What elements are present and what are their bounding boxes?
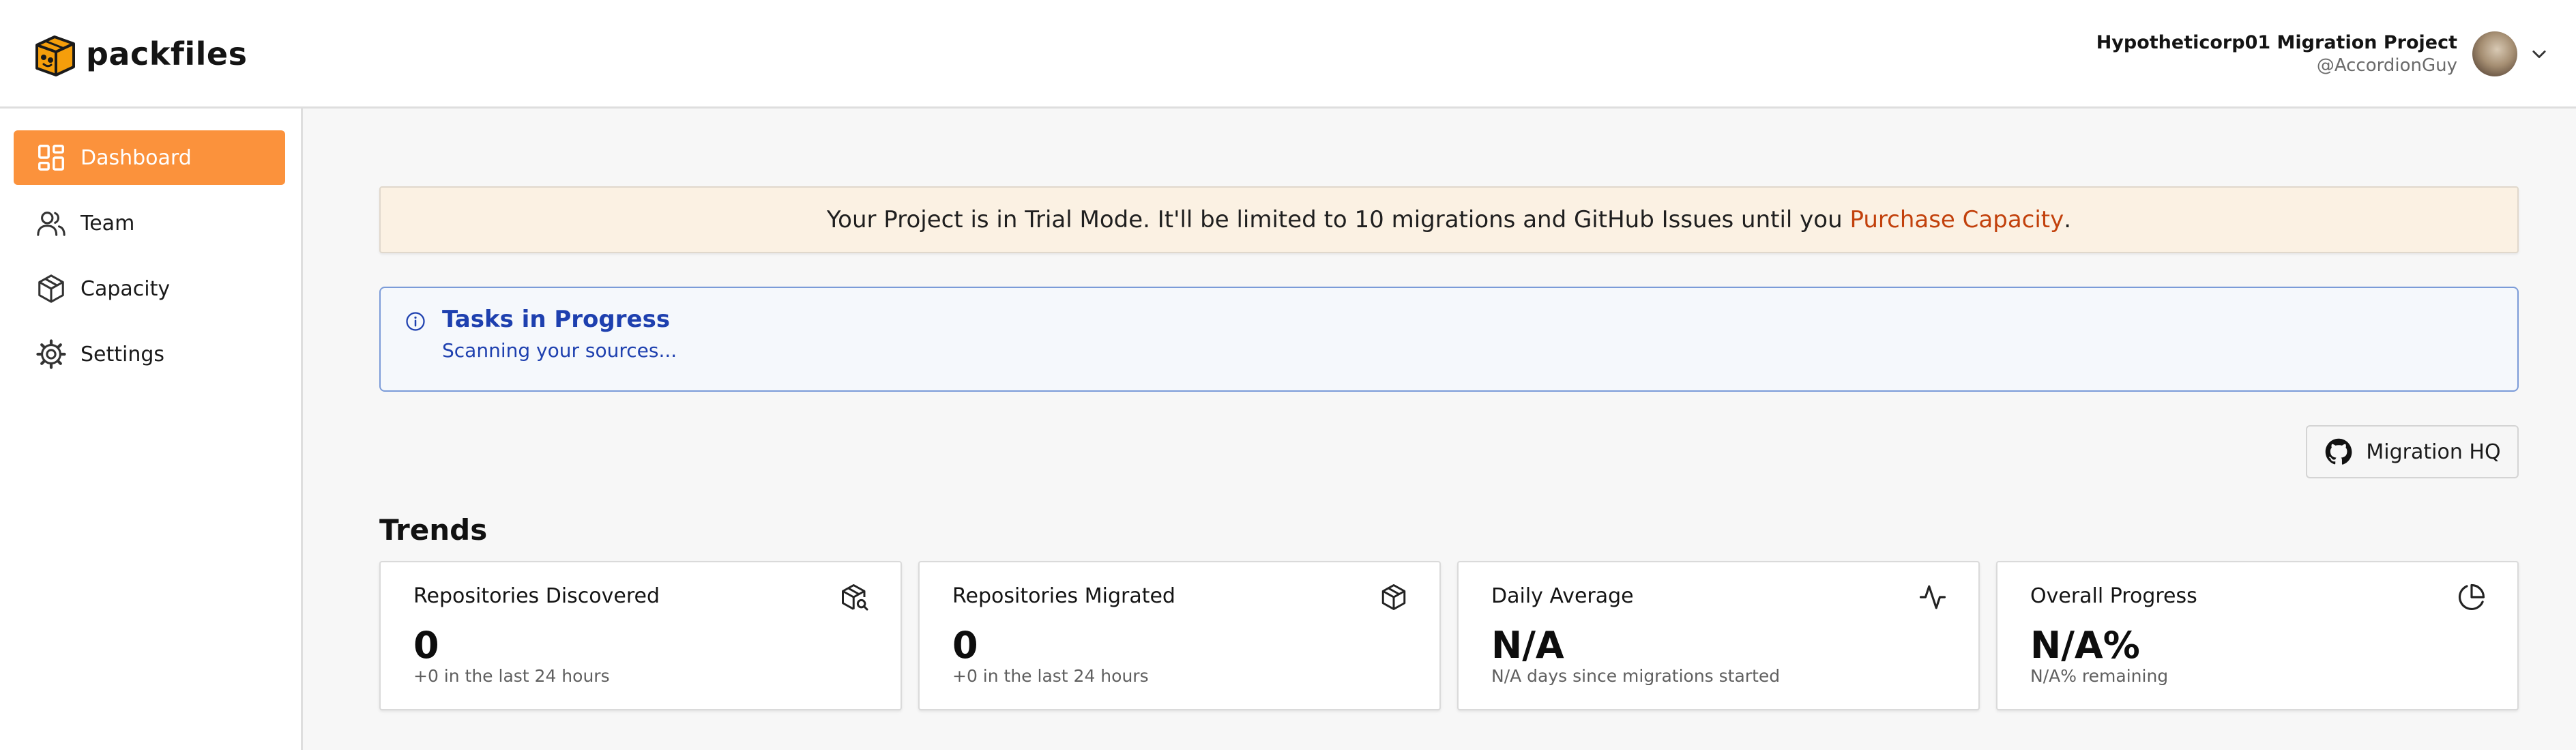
gear-icon xyxy=(36,339,66,369)
stat-card-repositories-discovered: Repositories Discovered 0 +0 in the last… xyxy=(379,561,902,710)
team-icon xyxy=(37,212,65,236)
github-icon xyxy=(2326,438,2352,465)
user-handle: @AccordionGuy xyxy=(2316,55,2457,76)
card-value: 0 xyxy=(413,624,439,667)
top-header: packfiles Hypotheticorp01 Migration Proj… xyxy=(0,0,2576,109)
trends-heading: Trends xyxy=(379,513,488,547)
card-title: Overall Progress xyxy=(2030,584,2197,608)
migration-hq-button[interactable]: Migration HQ xyxy=(2306,425,2519,478)
user-menu[interactable]: Hypotheticorp01 Migration Project @Accor… xyxy=(2096,29,2549,79)
purchase-capacity-link[interactable]: Purchase Capacity xyxy=(1849,206,2064,233)
info-icon xyxy=(406,312,425,331)
sidebar-item-label: Capacity xyxy=(80,276,171,301)
card-subtext: N/A% remaining xyxy=(2030,666,2169,686)
sidebar-item-settings[interactable]: Settings xyxy=(14,327,285,381)
stat-card-daily-average: Daily Average N/A N/A days since migrati… xyxy=(1457,561,1980,710)
migration-hq-label: Migration HQ xyxy=(2366,439,2501,464)
card-value: N/A xyxy=(1491,624,1564,667)
activity-icon xyxy=(1919,585,1946,609)
trial-mode-banner: Your Project is in Trial Mode. It'll be … xyxy=(379,186,2519,253)
card-title: Daily Average xyxy=(1491,584,1634,608)
card-title: Repositories Discovered xyxy=(413,584,660,608)
package-search-icon xyxy=(842,584,868,611)
trial-banner-text: Your Project is in Trial Mode. It'll be … xyxy=(826,206,1850,233)
avatar[interactable] xyxy=(2472,31,2517,76)
tasks-subtitle: Scanning your sources... xyxy=(442,339,677,362)
card-value: N/A% xyxy=(2030,624,2140,667)
chevron-down-icon[interactable] xyxy=(2530,44,2549,63)
card-subtext: N/A days since migrations started xyxy=(1491,666,1781,686)
dashboard-icon xyxy=(38,145,64,171)
sidebar-item-label: Settings xyxy=(80,342,165,366)
sidebar-item-label: Team xyxy=(80,211,135,235)
brand[interactable]: packfiles xyxy=(31,30,247,78)
sidebar-item-capacity[interactable]: Capacity xyxy=(14,261,285,316)
stat-card-overall-progress: Overall Progress N/A% N/A% remaining xyxy=(1996,561,2519,710)
trial-banner-suffix: . xyxy=(2064,206,2072,233)
card-subtext: +0 in the last 24 hours xyxy=(952,666,1149,686)
sidebar-item-team[interactable]: Team xyxy=(14,196,285,250)
packfiles-logo-icon xyxy=(35,35,75,76)
sidebar-item-label: Dashboard xyxy=(80,145,192,170)
project-name: Hypotheticorp01 Migration Project xyxy=(2096,32,2457,53)
card-subtext: +0 in the last 24 hours xyxy=(413,666,610,686)
package-icon xyxy=(1381,584,1406,610)
sidebar: Dashboard Team Capacity Settings xyxy=(0,109,303,750)
stat-card-repositories-migrated: Repositories Migrated 0 +0 in the last 2… xyxy=(918,561,1441,710)
card-title: Repositories Migrated xyxy=(952,584,1175,608)
tasks-title: Tasks in Progress xyxy=(442,306,671,333)
pie-chart-icon xyxy=(2458,583,2485,611)
card-value: 0 xyxy=(952,624,978,667)
sidebar-item-dashboard[interactable]: Dashboard xyxy=(14,130,285,185)
tasks-in-progress-alert: Tasks in Progress Scanning your sources.… xyxy=(379,287,2519,392)
brand-name: packfiles xyxy=(86,35,248,72)
user-info: Hypotheticorp01 Migration Project @Accor… xyxy=(2096,31,2457,76)
cube-icon xyxy=(38,274,64,303)
